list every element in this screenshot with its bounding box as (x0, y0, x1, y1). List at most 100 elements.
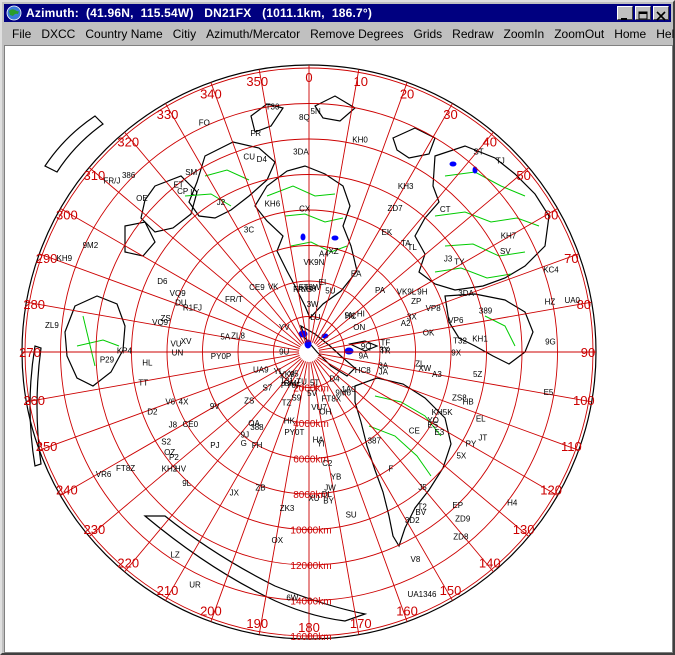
prefix-label[interactable]: 3D2 (405, 516, 420, 525)
prefix-label[interactable]: LU (310, 313, 320, 322)
prefix-label[interactable]: PY0P (211, 352, 231, 361)
prefix-label[interactable]: DL (322, 490, 333, 499)
prefix-label[interactable]: KH9 (57, 254, 73, 263)
prefix-label[interactable]: FH (252, 441, 263, 450)
menu-file[interactable]: File (4, 27, 36, 41)
prefix-label[interactable]: OM (284, 379, 297, 388)
prefix-label[interactable]: 3X (407, 312, 417, 321)
prefix-label[interactable]: HC (345, 312, 357, 321)
prefix-label[interactable]: UN (172, 349, 184, 358)
prefix-label[interactable]: F (388, 464, 393, 473)
prefix-label[interactable]: PY0T (284, 428, 304, 437)
prefix-label[interactable]: VP6 (448, 316, 464, 325)
prefix-label[interactable]: OE (136, 194, 148, 203)
prefix-label[interactable]: VK9L (397, 288, 417, 297)
prefix-label[interactable]: 9X (451, 348, 461, 357)
prefix-label[interactable]: FT8Z (116, 464, 135, 473)
prefix-label[interactable]: VP8 (426, 304, 442, 313)
prefix-label[interactable]: V6 (165, 398, 175, 407)
title-bar[interactable]: Azimuth: (41.96N, 115.54W) DN21FX (1011.… (4, 4, 671, 22)
prefix-label[interactable]: 389 (479, 307, 493, 316)
prefix-label[interactable]: VK9 (279, 370, 295, 379)
prefix-label[interactable]: ZL8 (231, 331, 245, 340)
prefix-label[interactable]: ZB (255, 483, 265, 492)
prefix-label[interactable]: CE0 (183, 420, 199, 429)
prefix-label[interactable]: 8Q (299, 113, 310, 122)
prefix-label[interactable]: HV (175, 464, 187, 473)
prefix-label[interactable]: D6 (157, 277, 168, 286)
prefix-label[interactable]: 9G (545, 337, 556, 346)
prefix-label[interactable]: 3DA (293, 148, 309, 157)
prefix-label[interactable]: DU (175, 298, 187, 307)
prefix-label[interactable]: T30 (266, 103, 280, 112)
prefix-label[interactable]: HK (284, 416, 296, 425)
prefix-label[interactable]: 5T (310, 378, 319, 387)
prefix-label[interactable]: 3DA (458, 289, 474, 298)
menu-country-name[interactable]: Country Name (80, 27, 167, 41)
prefix-label[interactable]: PJ (210, 441, 219, 450)
prefix-label[interactable]: 5A (220, 333, 230, 342)
prefix-label[interactable]: 5U (325, 287, 335, 296)
menu-city[interactable]: Citiy (168, 27, 201, 41)
prefix-label[interactable]: A4 (319, 249, 329, 258)
prefix-label[interactable]: HB (463, 398, 474, 407)
minimize-button[interactable] (617, 6, 633, 20)
prefix-label[interactable]: 5V (307, 389, 317, 398)
prefix-label[interactable]: XW (418, 364, 431, 373)
prefix-label[interactable]: SV (500, 247, 511, 256)
prefix-label[interactable]: LY (190, 188, 200, 197)
prefix-label[interactable]: KH3 (398, 182, 414, 191)
prefix-label[interactable]: CE (409, 427, 420, 436)
prefix-label[interactable]: TA (401, 239, 411, 248)
prefix-label[interactable]: V8 (411, 555, 421, 564)
prefix-label[interactable]: FR (250, 129, 261, 138)
prefix-label[interactable]: HC8 (355, 366, 372, 375)
prefix-label[interactable]: ZK3 (280, 504, 295, 513)
prefix-label[interactable]: KH1 (472, 335, 488, 344)
prefix-label[interactable]: FT8X (322, 395, 342, 404)
menu-dxcc[interactable]: DXCC (36, 27, 80, 41)
prefix-label[interactable]: SM (185, 168, 197, 177)
prefix-label[interactable]: 9J (241, 430, 249, 439)
prefix-label[interactable]: EA (351, 270, 362, 279)
prefix-label[interactable]: CP (177, 187, 188, 196)
prefix-label[interactable]: OX (272, 536, 284, 545)
prefix-label[interactable]: ZS (160, 314, 170, 323)
prefix-label[interactable]: S9 (291, 394, 301, 403)
prefix-label[interactable]: ZP (411, 297, 421, 306)
prefix-label[interactable]: VK9N (303, 258, 324, 267)
menu-redraw[interactable]: Redraw (447, 27, 498, 41)
prefix-label[interactable]: KH0 (352, 136, 368, 145)
menu-home[interactable]: Home (609, 27, 651, 41)
prefix-label[interactable]: UR (189, 580, 201, 589)
prefix-label[interactable]: 9A (359, 352, 369, 361)
prefix-label[interactable]: 5X (456, 451, 466, 460)
prefix-label[interactable]: J2 (217, 198, 226, 207)
prefix-label[interactable]: C2 (322, 459, 333, 468)
prefix-label[interactable]: UA0 (564, 296, 580, 305)
prefix-label[interactable]: H4 (507, 498, 518, 507)
prefix-label[interactable]: TZ (282, 398, 292, 407)
prefix-label[interactable]: 3A (378, 362, 388, 371)
prefix-label[interactable]: EP (452, 501, 463, 510)
menu-grids[interactable]: Grids (408, 27, 447, 41)
menu-help[interactable]: Help (651, 27, 675, 41)
prefix-label[interactable]: E3 (434, 428, 444, 437)
prefix-label[interactable]: SU (346, 511, 357, 520)
prefix-label[interactable]: PA (375, 286, 386, 295)
prefix-label[interactable]: T2 (417, 503, 427, 512)
prefix-label[interactable]: J8 (169, 420, 178, 429)
prefix-label[interactable]: VR6 (96, 470, 112, 479)
prefix-label[interactable]: P29 (100, 355, 115, 364)
prefix-label[interactable]: 3C (244, 226, 254, 235)
prefix-label[interactable]: FR/T (225, 295, 243, 304)
prefix-label[interactable]: KP4 (117, 346, 133, 355)
prefix-label[interactable]: FO (199, 118, 210, 127)
prefix-label[interactable]: FR/G (293, 285, 312, 294)
prefix-label[interactable]: EK (382, 228, 393, 237)
prefix-label[interactable]: 9Q (361, 342, 372, 351)
prefix-label[interactable]: OH (319, 407, 331, 416)
prefix-label[interactable]: PY (466, 439, 477, 448)
prefix-label[interactable]: 6W (286, 594, 298, 603)
prefix-label[interactable]: KH6 (265, 200, 281, 209)
